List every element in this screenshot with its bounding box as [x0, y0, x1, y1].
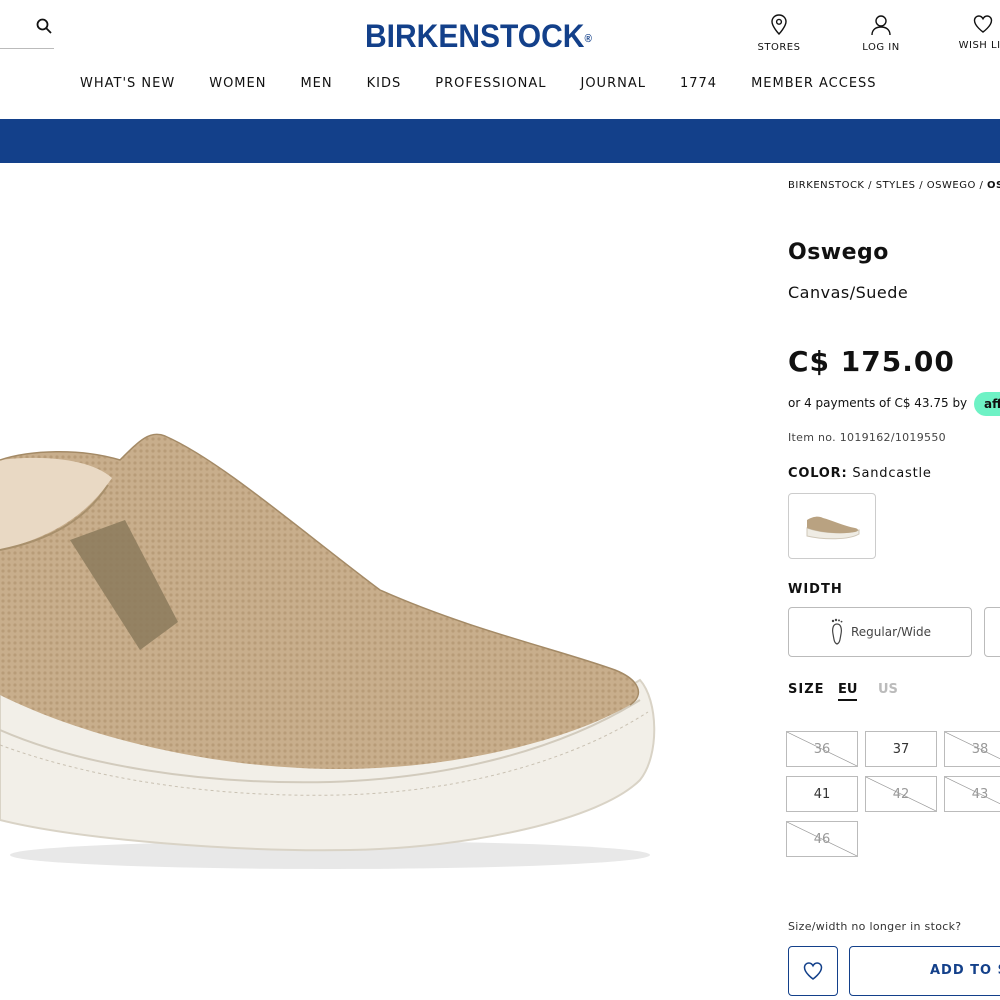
width-option-narrow[interactable]	[984, 607, 1000, 657]
nav-item-kids[interactable]: KIDS	[367, 76, 402, 91]
size-option-46[interactable]: 46	[786, 821, 858, 857]
wishlist-label: WISH LIS	[958, 40, 1000, 51]
nav-item-member-access[interactable]: MEMBER ACCESS	[751, 76, 876, 91]
breadcrumb-separator: /	[864, 180, 876, 191]
main-nav: WHAT'S NEW WOMEN MEN KIDS PROFESSIONAL J…	[80, 76, 911, 91]
breadcrumb-category[interactable]: OSWEGO	[927, 180, 976, 191]
color-value: Sandcastle	[852, 466, 932, 481]
stores-link[interactable]: STORES	[744, 14, 814, 53]
user-icon	[871, 15, 891, 36]
installments-text: or 4 payments of C$ 43.75 by	[788, 396, 968, 410]
product-image	[0, 433, 656, 869]
heart-icon	[803, 962, 823, 980]
breadcrumb-home[interactable]: BIRKENSTOCK	[788, 180, 864, 191]
size-option-38[interactable]: 38	[944, 731, 1000, 767]
brand-logo[interactable]: BIRKENSTOCK®	[365, 18, 592, 57]
nav-item-journal[interactable]: JOURNAL	[580, 76, 645, 91]
color-swatch-sandcastle[interactable]	[788, 493, 876, 559]
size-unit-us[interactable]: US	[878, 682, 898, 697]
login-link[interactable]: LOG IN	[846, 14, 916, 53]
color-label: COLOR: Sandcastle	[788, 466, 932, 481]
breadcrumb-separator: /	[975, 180, 988, 191]
shoe-thumbnail-icon	[806, 516, 860, 540]
add-to-wishlist-button[interactable]	[788, 946, 838, 996]
size-option-43[interactable]: 43	[944, 776, 1000, 812]
nav-item-women[interactable]: WOMEN	[209, 76, 266, 91]
size-unit-eu[interactable]: EU	[838, 682, 858, 701]
nav-item-1774[interactable]: 1774	[680, 76, 717, 91]
stores-label: STORES	[757, 42, 801, 53]
width-option-regular-wide[interactable]: Regular/Wide	[788, 607, 972, 657]
size-label: SIZE	[788, 682, 825, 697]
location-pin-icon	[771, 14, 787, 36]
wishlist-link[interactable]: WISH LIS	[948, 14, 1000, 51]
width-label: WIDTH	[788, 582, 843, 597]
size-option-36[interactable]: 36	[786, 731, 858, 767]
nav-item-whats-new[interactable]: WHAT'S NEW	[80, 76, 175, 91]
out-of-stock-link[interactable]: Size/width no longer in stock?	[788, 920, 961, 933]
item-number: Item no. 1019162/1019550	[788, 431, 946, 444]
width-option-label: Regular/Wide	[850, 625, 931, 639]
footprint-icon	[831, 618, 843, 645]
login-label: LOG IN	[862, 42, 900, 53]
affirm-badge[interactable]: aff	[974, 392, 1000, 416]
product-material: Canvas/Suede	[788, 283, 909, 302]
breadcrumb-separator: /	[915, 180, 927, 191]
size-option-42[interactable]: 42	[865, 776, 937, 812]
product-price: C$ 175.00	[788, 345, 955, 378]
size-option-41[interactable]: 41	[786, 776, 858, 812]
breadcrumb-styles[interactable]: STYLES	[876, 180, 916, 191]
search-icon[interactable]	[36, 18, 52, 34]
breadcrumb: BIRKENSTOCK / STYLES / OSWEGO / OSW	[788, 180, 1000, 191]
promo-banner[interactable]	[0, 119, 1000, 163]
heart-icon	[973, 15, 993, 33]
add-to-cart-button[interactable]: ADD TO S	[849, 946, 1000, 996]
nav-item-men[interactable]: MEN	[300, 76, 332, 91]
nav-item-professional[interactable]: PROFESSIONAL	[435, 76, 546, 91]
product-title: Oswego	[788, 240, 889, 265]
size-option-37[interactable]: 37	[865, 731, 937, 767]
breadcrumb-current: OSW	[987, 180, 1000, 191]
